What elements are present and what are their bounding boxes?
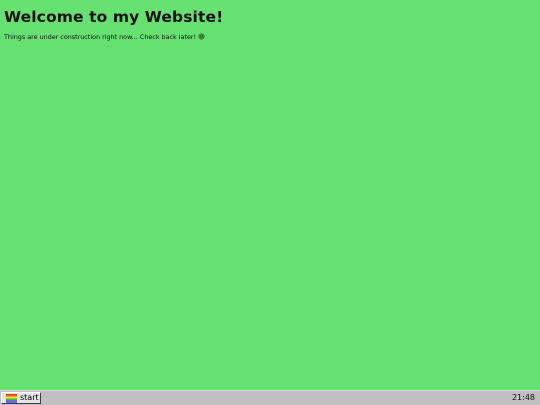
page-title: Welcome to my Website!	[4, 8, 224, 26]
start-button[interactable]: start	[1, 392, 41, 404]
desktop: Welcome to my Website! Things are under …	[0, 0, 540, 390]
rainbow-logo-icon	[6, 394, 17, 403]
taskbar: start 21:48	[0, 390, 540, 405]
construction-icon	[198, 33, 205, 40]
taskbar-clock: 21:48	[511, 393, 535, 402]
start-label: start	[20, 393, 39, 402]
page-message-text: Things are under construction right now.…	[4, 33, 197, 41]
page-message: Things are under construction right now.…	[4, 33, 205, 41]
